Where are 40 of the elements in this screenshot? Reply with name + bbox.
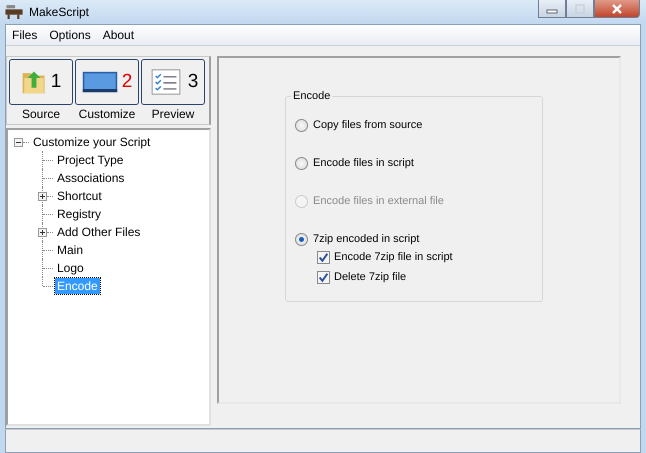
window-title: MakeScript bbox=[29, 4, 90, 18]
menu-item[interactable]: Files bbox=[8, 28, 42, 42]
maximize-icon bbox=[574, 4, 586, 14]
radio-label: Encode files in external file bbox=[313, 195, 444, 207]
tree-item[interactable]: Shortcut bbox=[55, 188, 104, 204]
screen-icon bbox=[82, 69, 118, 95]
maximize-button[interactable] bbox=[566, 0, 594, 18]
minimize-button[interactable] bbox=[538, 0, 566, 18]
tree-item[interactable]: Main bbox=[55, 242, 86, 258]
tree-item[interactable]: Associations bbox=[55, 170, 126, 186]
app-icon bbox=[5, 4, 23, 19]
checkbox[interactable] bbox=[317, 250, 330, 264]
tree-item[interactable]: Project Type bbox=[55, 152, 126, 168]
tree-item[interactable]: Customize your Script bbox=[31, 134, 152, 150]
close-icon bbox=[611, 4, 623, 14]
step-label: Customize bbox=[78, 107, 136, 121]
step-label: Source bbox=[22, 107, 60, 121]
checkbox[interactable] bbox=[317, 270, 330, 284]
menu-item[interactable]: About bbox=[98, 28, 138, 42]
step-button[interactable]: 2 bbox=[75, 59, 139, 105]
collapse-toggle[interactable] bbox=[14, 138, 23, 146]
radio-label: 7zip encoded in script bbox=[313, 233, 420, 245]
step-button[interactable]: 3 bbox=[141, 59, 205, 105]
tree-item[interactable]: Logo bbox=[55, 260, 86, 276]
checkbox-label: Delete 7zip file bbox=[334, 271, 406, 283]
step-label: Preview bbox=[152, 107, 194, 121]
radio-button[interactable] bbox=[295, 232, 308, 246]
menu-item[interactable]: Options bbox=[45, 28, 95, 42]
radio-label: Encode files in script bbox=[313, 157, 414, 169]
step-button[interactable]: 1 bbox=[9, 59, 73, 105]
group-title: Encode bbox=[291, 90, 332, 102]
expand-toggle[interactable] bbox=[38, 228, 47, 237]
checkbox-label: Encode 7zip file in script bbox=[334, 251, 453, 263]
radio-button[interactable] bbox=[295, 118, 308, 132]
tree-item[interactable]: Registry bbox=[55, 206, 104, 222]
close-button[interactable] bbox=[594, 0, 640, 18]
radio-label: Copy files from source bbox=[313, 119, 422, 131]
tree-item[interactable]: Add Other Files bbox=[55, 224, 142, 240]
radio-button[interactable] bbox=[295, 156, 308, 170]
expand-toggle[interactable] bbox=[38, 192, 47, 201]
